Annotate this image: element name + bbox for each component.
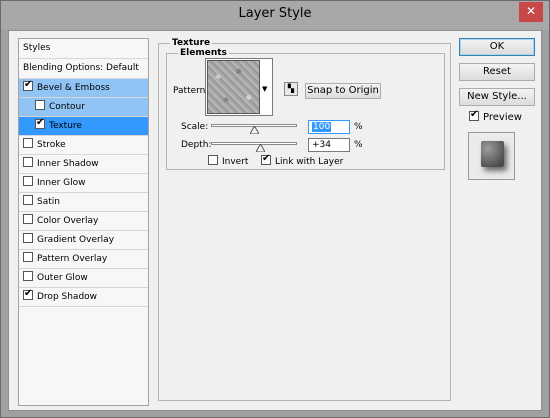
style-item[interactable]: Inner Glow (19, 174, 148, 193)
style-preview (468, 132, 515, 180)
ok-label: OK (489, 41, 505, 52)
style-checkbox[interactable] (23, 271, 33, 281)
styles-list: Styles Blending Options: Default ✔ Bevel … (18, 38, 149, 406)
style-checkbox[interactable] (23, 176, 33, 186)
style-item[interactable]: ✔ Texture (19, 117, 148, 136)
style-checkbox[interactable] (23, 233, 33, 243)
pattern-dropdown-arrow-icon[interactable]: ▼ (262, 85, 267, 93)
pattern-swatch[interactable] (207, 60, 260, 114)
invert-checkbox[interactable] (208, 155, 218, 165)
scale-input[interactable]: 100 (308, 120, 350, 134)
checkmark-icon: ✔ (470, 109, 479, 120)
depth-slider-track[interactable] (211, 142, 297, 145)
style-item[interactable]: Contour (19, 98, 148, 117)
preview-label: Preview (483, 112, 522, 123)
link-with-layer-label: Link with Layer (275, 157, 344, 167)
scale-slider-thumb[interactable] (250, 126, 259, 135)
style-item[interactable]: Gradient Overlay (19, 231, 148, 250)
layer-style-dialog: Layer Style ✕ Styles Blending Options: D… (0, 0, 550, 418)
style-checkbox[interactable]: ✔ (35, 117, 45, 129)
style-item-label: Inner Shadow (37, 159, 99, 169)
scale-unit: % (354, 122, 363, 132)
scale-label: Scale: (181, 122, 209, 132)
snap-to-origin-label: Snap to Origin (307, 85, 379, 96)
style-checkbox[interactable] (23, 138, 33, 148)
depth-slider-thumb[interactable] (256, 144, 265, 153)
style-checkbox[interactable]: ✔ (23, 288, 33, 300)
invert-option[interactable]: Invert (208, 155, 248, 168)
style-checkbox[interactable] (23, 157, 33, 167)
style-checkbox[interactable] (23, 252, 33, 262)
ok-button[interactable]: OK (459, 38, 535, 56)
preview-checkbox[interactable]: ✔ (469, 109, 479, 121)
snap-to-origin-button[interactable]: Snap to Origin (305, 83, 381, 99)
scale-value: 100 (312, 122, 332, 132)
close-button[interactable]: ✕ (519, 2, 543, 22)
styles-header[interactable]: Styles (19, 39, 148, 58)
title-bar[interactable]: Layer Style ✕ (1, 1, 549, 30)
style-checkbox[interactable] (23, 195, 33, 205)
style-item[interactable]: ✔ Bevel & Emboss (19, 79, 148, 98)
style-item-label: Pattern Overlay (37, 254, 108, 264)
style-item-label: Satin (37, 197, 60, 207)
checkmark-icon: ✔ (24, 288, 33, 299)
preview-option[interactable]: ✔ Preview (469, 109, 522, 124)
checkmark-icon: ✔ (36, 117, 45, 128)
style-item-label: Outer Glow (37, 273, 88, 283)
style-item[interactable]: ✔ Drop Shadow (19, 288, 148, 307)
style-item[interactable]: Stroke (19, 136, 148, 155)
reset-label: Reset (483, 66, 511, 77)
checkmark-icon: ✔ (24, 79, 33, 90)
new-preset-icon[interactable]: ▚ (284, 82, 298, 96)
checkmark-icon: ✔ (262, 153, 271, 164)
preview-thumbnail (481, 141, 504, 167)
invert-label: Invert (222, 157, 249, 167)
divider (19, 306, 148, 307)
link-with-layer-checkbox[interactable]: ✔ (261, 153, 271, 165)
new-style-label: New Style... (467, 91, 527, 102)
style-item[interactable]: Color Overlay (19, 212, 148, 231)
depth-input[interactable]: +34 (308, 138, 350, 152)
style-item[interactable]: Satin (19, 193, 148, 212)
style-item[interactable]: Pattern Overlay (19, 250, 148, 269)
style-item-label: Gradient Overlay (37, 235, 115, 245)
style-item-label: Contour (49, 102, 85, 112)
pattern-label: Pattern: (173, 86, 209, 96)
depth-value: +34 (312, 140, 331, 150)
new-style-button[interactable]: New Style... (459, 88, 535, 106)
style-item-label: Inner Glow (37, 178, 86, 188)
style-item[interactable]: Outer Glow (19, 269, 148, 288)
blending-options-item[interactable]: Blending Options: Default (19, 59, 148, 78)
style-item-label: Stroke (37, 140, 66, 150)
reset-button[interactable]: Reset (459, 63, 535, 81)
style-checkbox[interactable]: ✔ (23, 79, 33, 91)
style-item[interactable]: Inner Shadow (19, 155, 148, 174)
style-checkbox[interactable] (35, 100, 45, 110)
depth-unit: % (354, 140, 363, 150)
link-with-layer-option[interactable]: ✔ Link with Layer (261, 153, 344, 168)
style-item-label: Color Overlay (37, 216, 99, 226)
style-item-label: Drop Shadow (37, 292, 98, 302)
dialog-body: Styles Blending Options: Default ✔ Bevel … (8, 30, 542, 411)
style-item-label: Bevel & Emboss (37, 83, 110, 93)
style-item-label: Texture (49, 121, 82, 131)
style-checkbox[interactable] (23, 214, 33, 224)
window-title: Layer Style (238, 6, 312, 21)
depth-label: Depth: (181, 140, 212, 150)
